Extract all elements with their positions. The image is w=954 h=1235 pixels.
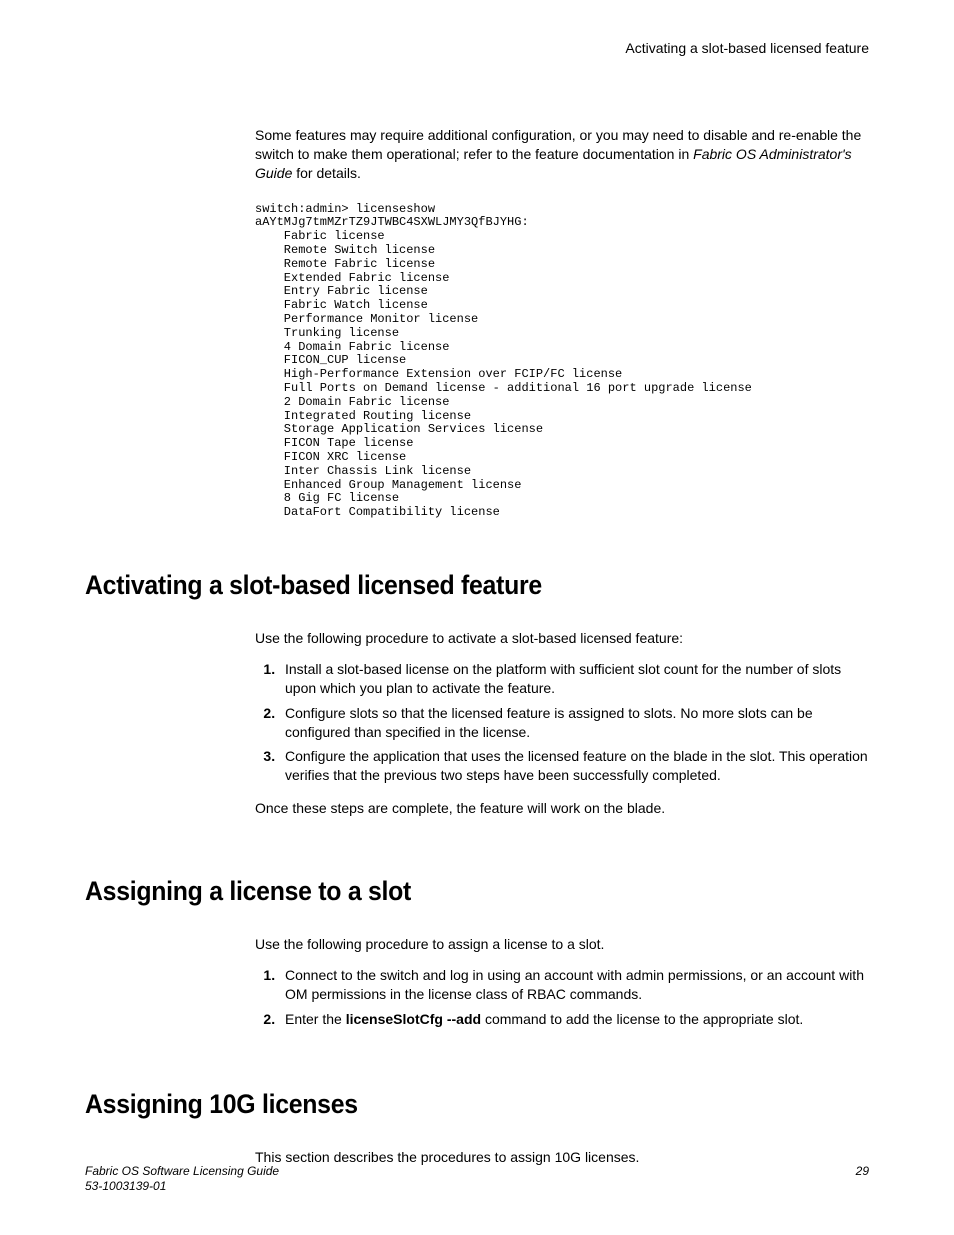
section1-step-3: Configure the application that uses the … <box>279 747 869 785</box>
content-block: Some features may require additional con… <box>255 126 869 520</box>
page: Activating a slot-based licensed feature… <box>0 0 954 1235</box>
gap <box>85 830 869 876</box>
step2-command: licenseSlotCfg --add <box>346 1011 481 1027</box>
gap <box>85 1043 869 1089</box>
section2-body: Use the following procedure to assign a … <box>255 935 869 1029</box>
heading-assigning-10g: Assigning 10G licenses <box>85 1089 806 1120</box>
step2-text-pre: Enter the <box>285 1011 346 1027</box>
heading-assigning-license-slot: Assigning a license to a slot <box>85 876 806 907</box>
footer-doc-title: Fabric OS Software Licensing Guide <box>85 1164 279 1180</box>
section1-steps: Install a slot-based license on the plat… <box>255 660 869 785</box>
section1-outro: Once these steps are complete, the featu… <box>255 799 869 818</box>
heading-activating-slot-based: Activating a slot-based licensed feature <box>85 570 806 601</box>
footer-doc-number: 53-1003139-01 <box>85 1179 279 1195</box>
intro-paragraph: Some features may require additional con… <box>255 126 869 183</box>
section2-steps: Connect to the switch and log in using a… <box>255 966 869 1029</box>
section2-step-2: Enter the licenseSlotCfg --add command t… <box>279 1010 869 1029</box>
step2-text-post: command to add the license to the approp… <box>481 1011 803 1027</box>
section1-step-1: Install a slot-based license on the plat… <box>279 660 869 698</box>
code-block-licenseshow: switch:admin> licenseshow aAYtMJg7tmMZrT… <box>255 203 869 520</box>
footer-page-number: 29 <box>856 1164 869 1195</box>
section2-step-1: Connect to the switch and log in using a… <box>279 966 869 1004</box>
header-section-title: Activating a slot-based licensed feature <box>85 40 869 56</box>
page-footer: Fabric OS Software Licensing Guide 53-10… <box>85 1164 869 1195</box>
section1-body: Use the following procedure to activate … <box>255 629 869 818</box>
intro-text-after: for details. <box>292 165 360 181</box>
section2-intro: Use the following procedure to assign a … <box>255 935 869 954</box>
footer-left: Fabric OS Software Licensing Guide 53-10… <box>85 1164 279 1195</box>
section1-step-2: Configure slots so that the licensed fea… <box>279 704 869 742</box>
section1-intro: Use the following procedure to activate … <box>255 629 869 648</box>
